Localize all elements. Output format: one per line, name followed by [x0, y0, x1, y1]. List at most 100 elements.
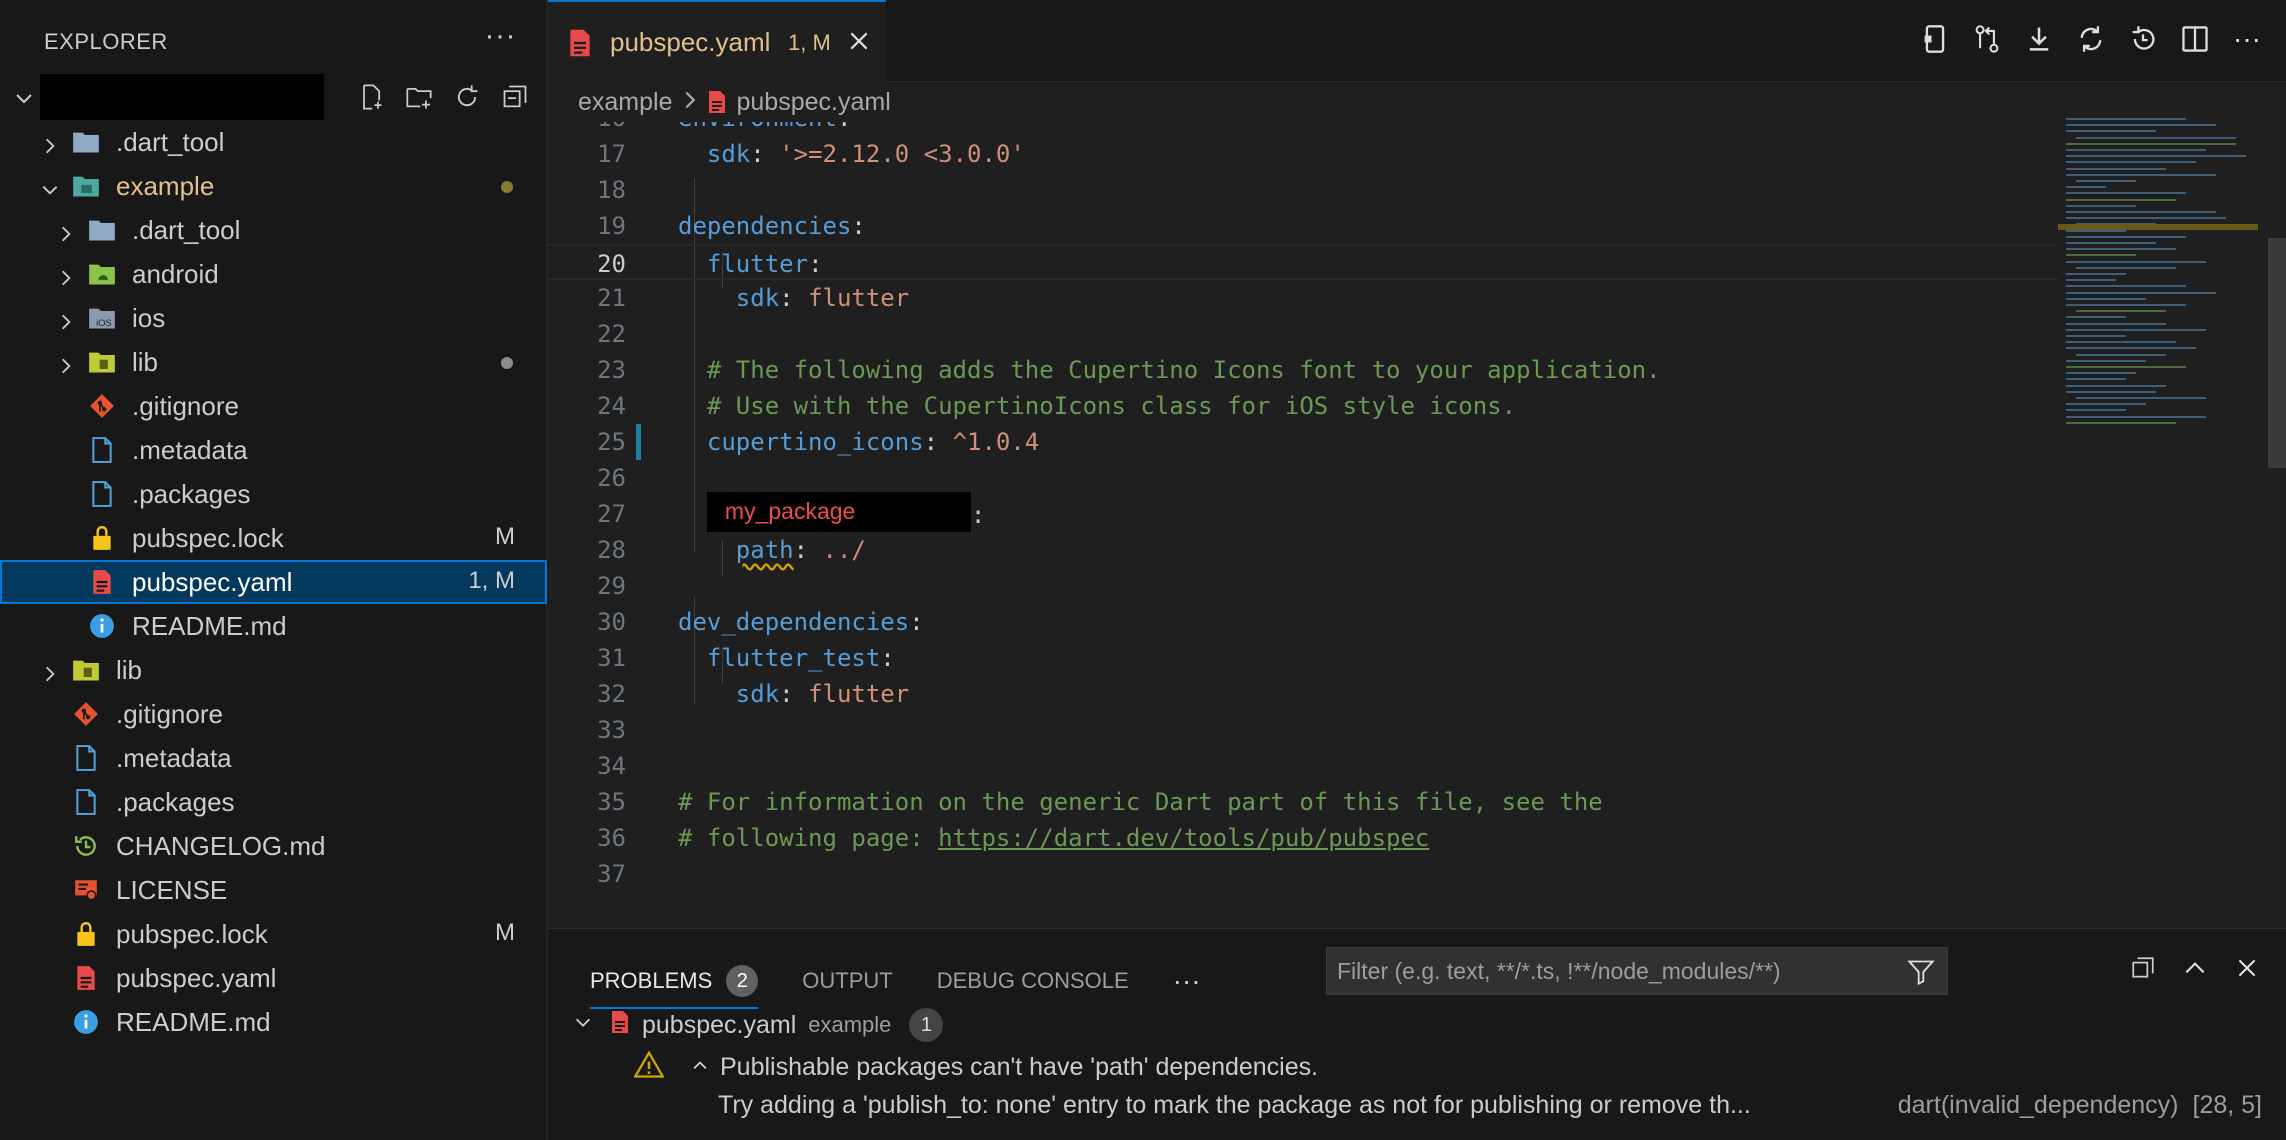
line-number: 29 — [597, 572, 626, 600]
sync-icon[interactable] — [2076, 24, 2106, 54]
file-icon — [72, 788, 100, 816]
minimap-line — [2066, 347, 2196, 350]
tree-file-readme-md[interactable]: README.md — [0, 1000, 547, 1044]
chevron-down-icon — [40, 176, 60, 196]
tree-file-readme-md[interactable]: README.md — [0, 604, 547, 648]
tree-file-metadata[interactable]: .metadata — [0, 736, 547, 780]
minimap-line — [2066, 359, 2146, 362]
panel-more-button[interactable]: ··· — [1173, 965, 1201, 997]
code-line: 24 # Use with the CupertinoIcons class f… — [548, 388, 2058, 424]
minimap-line — [2066, 142, 2236, 145]
line-content: path: ../ — [735, 536, 866, 564]
tree-folder-android[interactable]: android — [0, 252, 547, 296]
problems-filter-input[interactable]: Filter (e.g. text, **/*.ts, !**/node_mod… — [1326, 947, 1948, 995]
minimap-line — [2066, 390, 2156, 393]
pubspec-doc-link[interactable]: https://dart.dev/tools/pub/pubspec — [938, 824, 1429, 852]
refresh-icon[interactable] — [452, 82, 482, 112]
modified-dot — [501, 357, 513, 369]
new-file-icon[interactable] — [356, 82, 386, 112]
tree-folder-lib[interactable]: lib — [0, 340, 547, 384]
file-icon — [72, 744, 100, 772]
line-number: 35 — [597, 788, 626, 816]
folder-icon — [72, 128, 100, 156]
minimap-line — [2066, 242, 2156, 244]
maximize-panel-icon[interactable] — [2182, 955, 2208, 986]
tree-file-pubspec-yaml[interactable]: pubspec.yaml — [0, 956, 547, 1000]
chevron-up-icon[interactable] — [690, 1053, 710, 1082]
new-folder-icon[interactable] — [404, 82, 434, 112]
breadcrumb-folder[interactable]: example — [578, 88, 673, 117]
workspace-root-row[interactable] — [0, 74, 547, 122]
problem-file-row[interactable]: pubspec.yaml example 1 — [572, 1005, 944, 1045]
source-control-compare-icon[interactable] — [1972, 24, 2002, 54]
tree-item-label: pubspec.yaml — [132, 567, 293, 597]
tree-folder-lib[interactable]: lib — [0, 648, 547, 692]
vertical-scrollbar[interactable] — [2264, 114, 2286, 928]
minimap[interactable] — [2058, 114, 2258, 928]
minimap-line — [2066, 366, 2186, 368]
path-warning-squiggle[interactable]: path — [736, 536, 794, 564]
minimap-line — [2076, 310, 2166, 313]
tree-item-label: README.md — [116, 1007, 271, 1037]
tree-file-pubspec-lock[interactable]: pubspec.lock M — [0, 516, 547, 560]
minimap-line — [2066, 204, 2136, 207]
download-icon[interactable] — [2024, 24, 2054, 54]
more-actions-icon[interactable]: ··· — [2232, 23, 2262, 54]
explorer-more-button[interactable]: ··· — [485, 21, 516, 51]
code-line: 19 dependencies: — [548, 208, 2058, 244]
file-icon — [88, 480, 116, 508]
tree-folder-dart-tool[interactable]: .dart_tool — [0, 208, 547, 252]
tree-file-packages[interactable]: .packages — [0, 472, 547, 516]
tree-folder-dart-tool[interactable]: .dart_tool — [0, 120, 547, 164]
gutter-modified-marker[interactable] — [636, 424, 641, 460]
dart-devtools-icon[interactable] — [1920, 24, 1950, 54]
problem-file-dir: example — [808, 1012, 892, 1037]
bottom-panel: PROBLEMS 2 OUTPUT DEBUG CONSOLE ··· Filte… — [548, 928, 2286, 1140]
problem-row[interactable]: Publishable packages can't have 'path' d… — [633, 1047, 1318, 1087]
line-content: # Use with the CupertinoIcons class for … — [706, 392, 1517, 420]
tree-file-license[interactable]: LICENSE — [0, 868, 547, 912]
tree-file-packages[interactable]: .packages — [0, 780, 547, 824]
tree-file-pubspec-lock[interactable]: pubspec.lock M — [0, 912, 547, 956]
collapse-all-icon[interactable] — [2130, 955, 2156, 986]
problem-detail: Try adding a 'publish_to: none' entry to… — [718, 1091, 1751, 1119]
chevron-down-icon — [572, 1011, 594, 1040]
line-content: flutter: — [706, 250, 823, 278]
split-editor-icon[interactable] — [2180, 24, 2210, 54]
tree-folder-example[interactable]: example — [0, 164, 547, 208]
line-number: 28 — [597, 536, 626, 564]
scrollbar-thumb[interactable] — [2268, 238, 2286, 468]
code-line: 31 flutter_test: — [548, 640, 2058, 676]
tree-file-gitignore[interactable]: .gitignore — [0, 384, 547, 428]
tree-file-changelog-md[interactable]: CHANGELOG.md — [0, 824, 547, 868]
breadcrumb-file[interactable]: pubspec.yaml — [737, 88, 891, 117]
tab-output[interactable]: OUTPUT — [802, 968, 892, 994]
tree-file-pubspec-yaml[interactable]: pubspec.yaml 1, M — [0, 560, 547, 604]
tree-folder-ios[interactable]: iOS ios — [0, 296, 547, 340]
code-editor[interactable]: 16 environment: 17 sdk: '>=2.12.0 <3.0.0'… — [548, 122, 2058, 928]
minimap-line — [2066, 167, 2166, 170]
tree-item-label: android — [132, 259, 219, 289]
line-content: # For information on the generic Dart pa… — [678, 788, 1603, 816]
tab-label: pubspec.yaml — [610, 27, 771, 57]
yaml-icon — [88, 568, 116, 596]
line-number: 22 — [597, 320, 626, 348]
tree-item-label: .dart_tool — [132, 215, 241, 245]
tree-file-metadata[interactable]: .metadata — [0, 428, 547, 472]
tab-pubspec-yaml[interactable]: pubspec.yaml 1, M — [548, 0, 886, 82]
close-panel-icon[interactable] — [2234, 955, 2260, 986]
code-line: 32 sdk: flutter — [548, 676, 2058, 712]
tab-debug-console[interactable]: DEBUG CONSOLE — [937, 968, 1129, 994]
chevron-right-icon — [56, 308, 76, 330]
filter-icon[interactable] — [1907, 958, 1935, 992]
line-content: dependencies: — [678, 212, 866, 240]
code-line: 23 # The following adds the Cupertino Ic… — [548, 352, 2058, 388]
tree-file-gitignore[interactable]: .gitignore — [0, 692, 547, 736]
tab-problems[interactable]: PROBLEMS 2 — [590, 965, 759, 1009]
folder-lib-icon — [72, 656, 100, 684]
lock-icon — [88, 524, 116, 552]
close-icon[interactable] — [848, 30, 870, 57]
problem-file-count: 1 — [909, 1008, 944, 1042]
restart-icon[interactable] — [2128, 24, 2158, 54]
collapse-all-icon[interactable] — [500, 82, 530, 112]
